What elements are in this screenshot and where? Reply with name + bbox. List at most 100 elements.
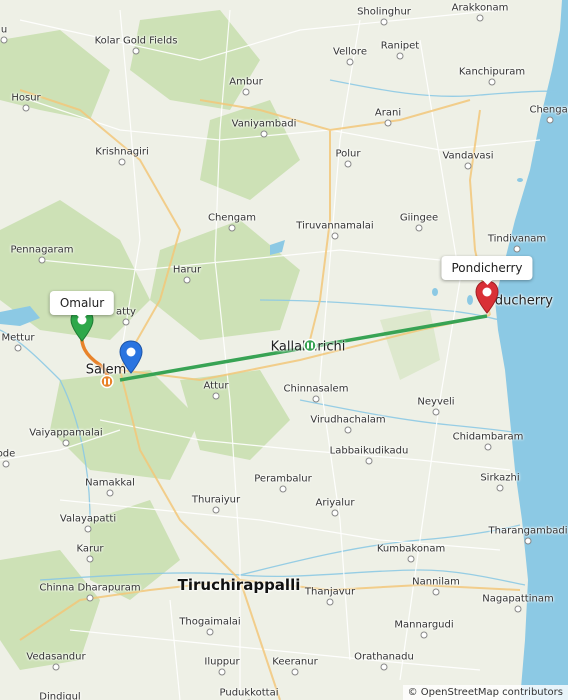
place-label: Vaniyambadi [231, 118, 297, 130]
place-dot [420, 631, 428, 639]
place-label: Nagapattinam [482, 593, 554, 605]
place-label: Perambalur [254, 473, 312, 485]
place-dot [384, 119, 392, 127]
attribution-text: © OpenStreetMap contributors [407, 687, 563, 698]
place-dot [132, 47, 140, 55]
place-dot [52, 663, 60, 671]
place-dot [326, 598, 334, 606]
place-dot [212, 506, 220, 514]
place-label: Pennagaram [10, 244, 74, 256]
place-label: Arani [374, 107, 402, 119]
place-dot [206, 628, 214, 636]
place-dot [496, 484, 504, 492]
place-label: Tiruvannamalai [296, 220, 374, 232]
place-label: Sholinghur [357, 6, 411, 18]
place-label: Giingee [399, 212, 439, 224]
place-dot [242, 88, 250, 96]
place-dot [2, 460, 10, 468]
place-dot [365, 457, 373, 465]
place-dot [279, 485, 287, 493]
marker-omalur-tooltip: Omalur [49, 291, 115, 320]
place-dot [291, 668, 299, 676]
place-dot [331, 509, 339, 517]
place-dot [476, 14, 484, 22]
place-dot [183, 276, 191, 284]
place-dot [228, 224, 236, 232]
place-label: Neyveli [417, 396, 455, 408]
place-label: Tharangambadi [488, 525, 568, 537]
place-label: Arakkonam [451, 2, 509, 14]
place-label: Namakkal [85, 477, 135, 489]
waypoint-icon [100, 374, 114, 393]
place-label: Thuraiyur [191, 494, 241, 506]
place-label: Karur [76, 543, 104, 555]
place-label: Iluppur [204, 656, 240, 668]
marker-pondicherry-pin-icon[interactable] [475, 280, 499, 318]
place-label: Mannargudi [394, 619, 454, 631]
place-label: Chengam [207, 212, 257, 224]
place-label: ode [0, 448, 16, 460]
marker-pondicherry-tooltip: Pondicherry [441, 256, 533, 285]
place-dot [380, 663, 388, 671]
place-label: Ambur [229, 76, 263, 88]
place-label: Tindivanam [487, 233, 547, 245]
place-dot [260, 130, 268, 138]
place-dot [344, 160, 352, 168]
place-label: Chinnasalem [283, 383, 349, 395]
place-dot [344, 426, 352, 434]
place-dot [14, 344, 22, 352]
place-dot [464, 162, 472, 170]
place-label: Chengal [529, 104, 568, 116]
place-dot [524, 537, 532, 545]
place-label: Sirkazhi [480, 472, 520, 484]
place-label: Mettur [1, 332, 35, 344]
place-label: Ranipet [380, 40, 420, 52]
place-dot [86, 594, 94, 602]
place-dot [0, 36, 8, 44]
place-label: Vellore [333, 46, 367, 58]
place-label: Nannilam [412, 576, 460, 588]
place-label: Pudukkottai [219, 687, 279, 699]
place-label: Vandavasi [442, 150, 494, 162]
place-label: Polur [335, 148, 361, 160]
place-label: Vaiyappamalai [29, 427, 103, 439]
map-attribution[interactable]: © OpenStreetMap contributors [402, 685, 568, 700]
place-dot [38, 256, 46, 264]
place-label: u [0, 24, 8, 36]
place-label: Harur [172, 264, 202, 276]
place-label: Orathanadu [354, 651, 414, 663]
place-label: Ariyalur [315, 497, 355, 509]
place-dot [218, 668, 226, 676]
place-dot [513, 245, 521, 253]
place-dot [432, 408, 440, 416]
place-dot [331, 232, 339, 240]
place-label: Chidambaram [452, 431, 524, 443]
place-label: Kolar Gold Fields [94, 35, 178, 47]
place-dot [432, 588, 440, 596]
place-dot [546, 116, 554, 124]
place-dot [415, 224, 423, 232]
marker-salem-pin-icon[interactable] [119, 340, 143, 378]
place-label: Virudhachalam [310, 414, 386, 426]
place-dot [346, 58, 354, 66]
place-dot [488, 78, 496, 86]
place-label: Kumbakonam [376, 543, 446, 555]
map-canvas[interactable]: Sholinghur Arakkonam Kolar Gold Fields Vell… [0, 0, 568, 700]
place-label: Tiruchirappalli [177, 576, 301, 594]
place-dot [407, 555, 415, 563]
place-dot [22, 104, 30, 112]
place-dot [212, 392, 220, 400]
place-label: Thanjavur [304, 586, 356, 598]
place-label: Valayapatti [59, 513, 117, 525]
place-dot [514, 605, 522, 613]
place-dot [62, 439, 70, 447]
place-label: Chinna Dharapuram [39, 582, 141, 594]
place-dot [380, 18, 388, 26]
place-label: Krishnagiri [95, 146, 149, 158]
place-label: atty [116, 306, 136, 318]
place-dot [106, 489, 114, 497]
place-dot [122, 318, 130, 326]
place-dot [86, 555, 94, 563]
place-dot [312, 395, 320, 403]
place-label: Attur [203, 380, 229, 392]
